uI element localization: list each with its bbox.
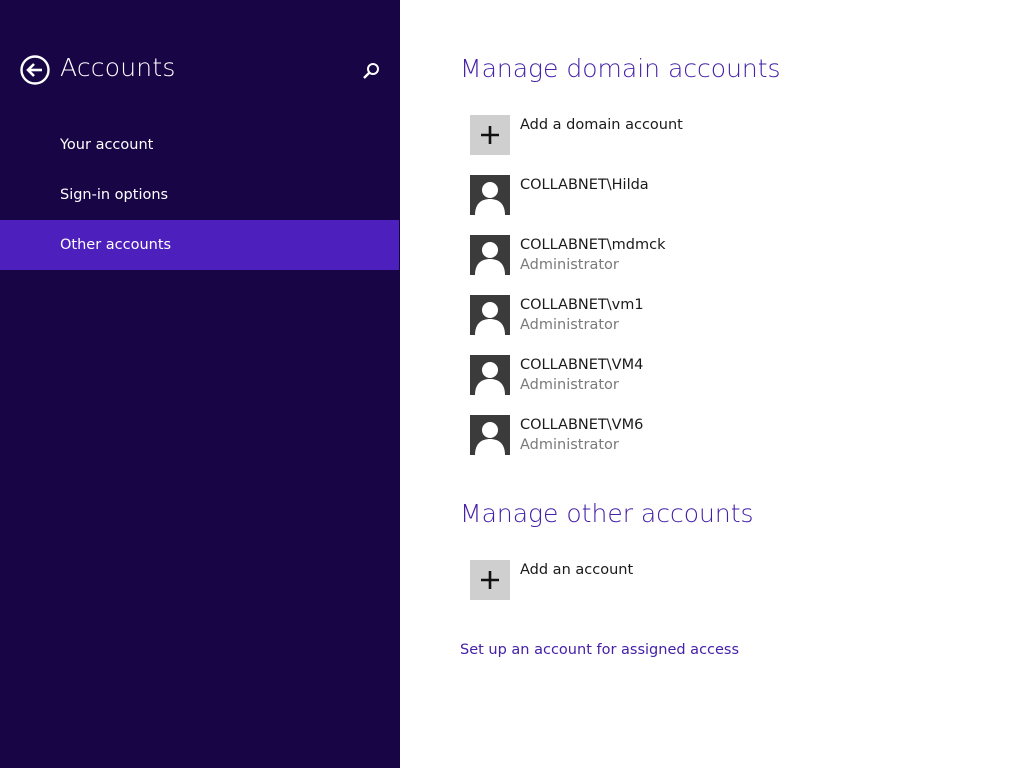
add-domain-account-button[interactable]: Add a domain account [470, 115, 890, 155]
user-icon [475, 422, 505, 455]
back-arrow-icon [20, 55, 50, 85]
nav-item-other-accounts[interactable]: Other accounts [0, 220, 399, 270]
account-role: Administrator [520, 317, 619, 333]
nav-pane: Accounts Your account Sign-in options Ot… [0, 0, 400, 768]
account-item[interactable]: COLLABNET\Hilda [470, 175, 890, 215]
account-role: Administrator [520, 377, 619, 393]
pc-settings-window: Accounts Your account Sign-in options Ot… [0, 0, 1024, 768]
user-icon [475, 182, 505, 215]
add-account-label: Add an account [520, 562, 634, 578]
user-icon [475, 242, 505, 275]
user-icon [475, 362, 505, 395]
user-icon [475, 302, 505, 335]
plus-tile [470, 560, 510, 600]
content-pane: Manage domain accounts Add a domain acco… [400, 0, 1024, 768]
avatar [470, 175, 510, 215]
account-item[interactable]: COLLABNET\VM4 Administrator [470, 355, 890, 395]
add-account-button[interactable]: Add an account [470, 560, 890, 600]
nav-list: Your account Sign-in options Other accou… [0, 120, 400, 270]
avatar [470, 355, 510, 395]
account-name: COLLABNET\vm1 [520, 297, 644, 313]
account-item[interactable]: COLLABNET\VM6 Administrator [470, 415, 890, 455]
back-button[interactable] [20, 55, 50, 85]
account-name: COLLABNET\mdmck [520, 237, 666, 253]
avatar [470, 235, 510, 275]
domain-accounts-heading: Manage domain accounts [460, 54, 781, 83]
account-name: COLLABNET\VM4 [520, 357, 644, 373]
search-icon [363, 63, 379, 79]
account-name: COLLABNET\VM6 [520, 417, 644, 433]
plus-tile [470, 115, 510, 155]
avatar [470, 415, 510, 455]
account-item[interactable]: COLLABNET\vm1 Administrator [470, 295, 890, 335]
search-button[interactable] [361, 61, 381, 81]
other-accounts-heading: Manage other accounts [460, 499, 754, 528]
account-role: Administrator [520, 437, 619, 453]
plus-icon [481, 126, 499, 144]
add-domain-account-label: Add a domain account [520, 117, 683, 133]
account-name: COLLABNET\Hilda [520, 177, 649, 193]
page-title: Accounts [60, 53, 176, 82]
nav-item-sign-in-options[interactable]: Sign-in options [0, 170, 400, 220]
plus-icon [481, 571, 499, 589]
account-role: Administrator [520, 257, 619, 273]
nav-item-your-account[interactable]: Your account [0, 120, 400, 170]
account-item[interactable]: COLLABNET\mdmck Administrator [470, 235, 890, 275]
avatar [470, 295, 510, 335]
assigned-access-link[interactable]: Set up an account for assigned access [460, 642, 739, 658]
